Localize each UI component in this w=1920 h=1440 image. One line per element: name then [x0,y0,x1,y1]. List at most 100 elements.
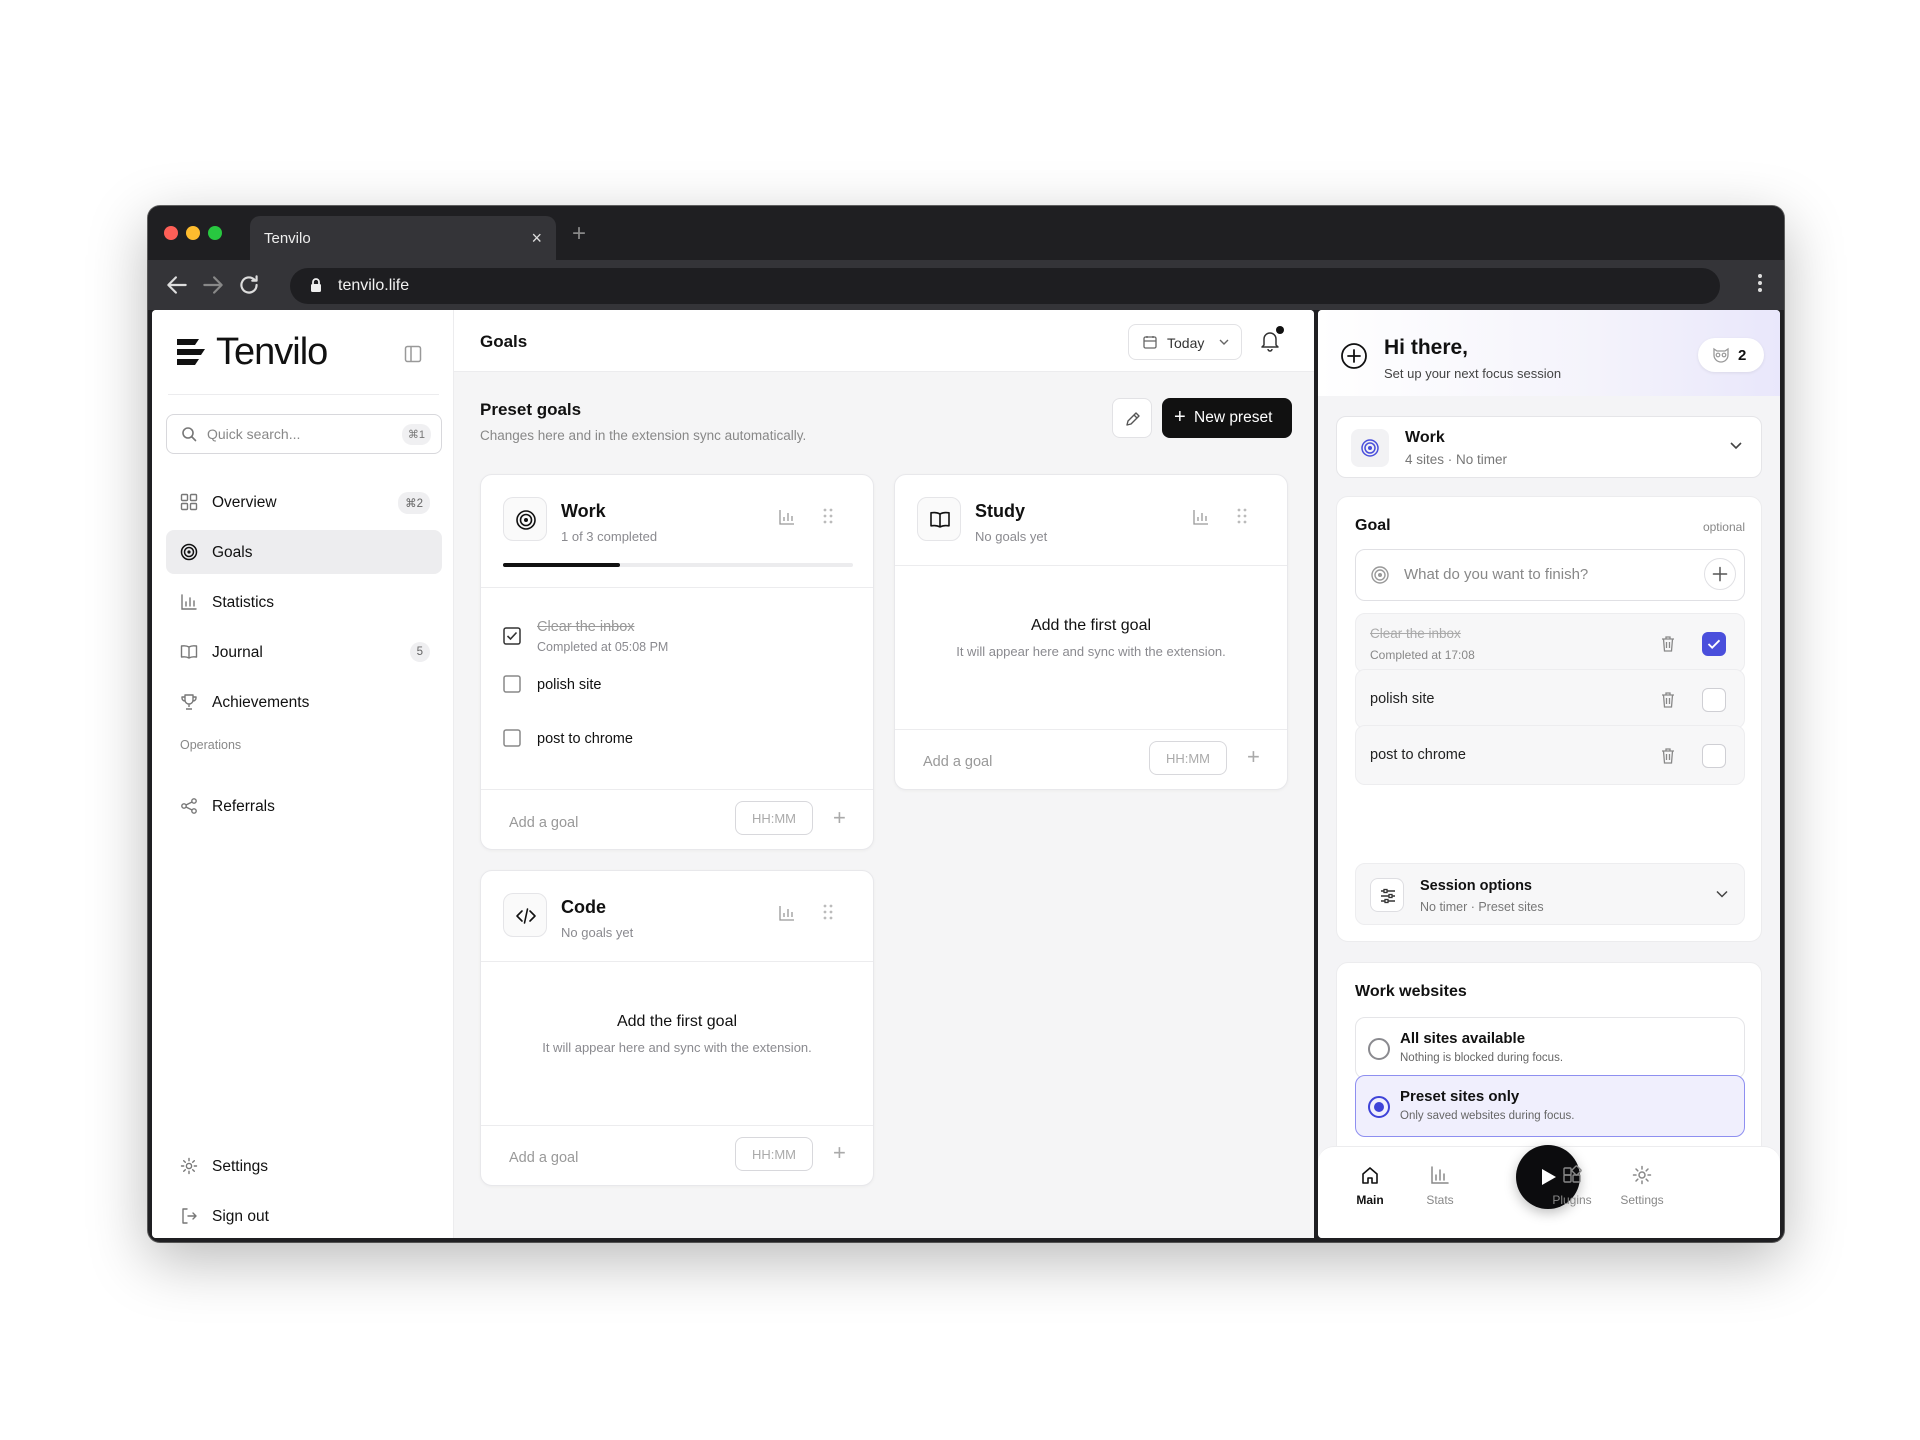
preset-selector-dropdown[interactable]: Work 4 sites · No timer [1336,416,1762,478]
sidebar-item-sign-out[interactable]: Sign out [166,1194,442,1238]
greeting-title: Hi there, [1384,336,1469,359]
drag-handle-icon[interactable] [823,507,833,525]
new-tab-icon[interactable]: + [572,220,586,248]
bottom-nav-settings[interactable]: Settings [1602,1165,1682,1207]
card-divider [481,1125,873,1126]
brand-name: Tenvilo [216,330,328,373]
sidebar-item-journal[interactable]: Journal 5 [166,630,442,674]
target-icon [1371,566,1389,584]
close-window-button[interactable] [164,226,178,240]
radio-button[interactable] [1368,1038,1390,1060]
card-divider [481,587,873,588]
add-goal-input[interactable]: Add a goal [923,754,992,770]
sidebar-item-settings[interactable]: Settings [166,1144,442,1188]
lock-icon [311,278,321,292]
optional-label: optional [1702,520,1745,534]
checkbox-icon[interactable] [1702,744,1726,768]
sidebar-item-label: Overview [212,494,277,511]
sidebar-item-label: Sign out [212,1208,269,1225]
extension-goal-item[interactable]: polish site [1355,669,1745,729]
sidebar-toggle-icon[interactable] [404,345,422,363]
sliders-icon [1370,878,1404,912]
back-icon[interactable] [164,272,190,298]
time-input[interactable]: HH:MM [1149,741,1227,775]
new-preset-button[interactable]: + New preset [1162,398,1292,438]
goal-input[interactable]: What do you want to finish? [1355,549,1745,601]
option-subtitle: Only saved websites during focus. [1400,1110,1575,1122]
forward-icon[interactable] [200,272,226,298]
tenvilo-logo-icon [177,339,205,365]
add-circle-icon[interactable] [1340,342,1368,370]
goal-completed-time: Completed at 05:08 PM [537,640,669,654]
preset-icon [503,893,547,937]
checked-checkbox-icon[interactable] [1702,632,1726,656]
website-option-preset-sites[interactable]: Preset sites only Only saved websites du… [1355,1075,1745,1137]
time-input[interactable]: HH:MM [735,1137,813,1171]
url-text: tenvilo.life [338,277,410,294]
bottom-nav-plugins[interactable]: Plugins [1532,1165,1612,1207]
stats-icon[interactable] [779,905,795,921]
sidebar-item-achievements[interactable]: Achievements [166,680,442,724]
brand-logo[interactable]: Tenvilo [176,330,328,373]
checkbox-icon[interactable] [1702,688,1726,712]
preset-status: 1 of 3 completed [561,529,658,544]
main-content: Goals Today Preset goals Changes here an… [454,310,1314,1238]
pencil-icon [1126,412,1140,426]
website-option-all-sites[interactable]: All sites available Nothing is blocked d… [1355,1017,1745,1079]
checked-checkbox-icon[interactable] [503,627,521,645]
add-goal-input[interactable]: Add a goal [509,815,578,831]
maximize-window-button[interactable] [208,226,222,240]
edit-presets-button[interactable] [1112,398,1152,438]
checkbox-icon[interactable] [503,729,521,747]
bottom-nav-stats[interactable]: Stats [1400,1165,1480,1207]
goal-item[interactable]: polish site [503,665,853,705]
greeting-subtitle: Set up your next focus session [1384,366,1562,381]
preset-icon [917,497,961,541]
sidebar-item-referrals[interactable]: Referrals [166,784,442,828]
browser-tab[interactable]: Tenvilo × [250,216,556,260]
extension-header: Hi there, Set up your next focus session… [1318,310,1780,396]
add-goal-plus-icon[interactable]: + [833,805,846,831]
trash-icon[interactable] [1660,691,1676,709]
session-options-dropdown[interactable]: Session options No timer · Preset sites [1355,863,1745,925]
target-icon [516,510,536,530]
add-goal-plus-icon[interactable]: + [1247,744,1260,770]
drag-handle-icon[interactable] [823,903,833,921]
card-divider [481,961,873,962]
goal-item[interactable]: Clear the inbox Completed at 05:08 PM [503,617,853,657]
drag-handle-icon[interactable] [1237,507,1247,525]
tab-title: Tenvilo [264,230,311,247]
add-goal-button[interactable] [1704,558,1736,590]
add-goal-input[interactable]: Add a goal [509,1150,578,1166]
search-input[interactable]: Quick search... ⌘1 [166,414,442,454]
sidebar-item-goals[interactable]: Goals [166,530,442,574]
browser-menu-icon[interactable] [1758,274,1762,295]
stats-icon[interactable] [1193,509,1209,525]
sidebar-item-overview[interactable]: Overview ⌘2 [166,480,442,524]
trash-icon[interactable] [1660,635,1676,653]
reload-icon[interactable] [236,272,262,298]
close-tab-icon[interactable]: × [531,228,542,249]
sidebar-item-label: Settings [212,1158,269,1175]
minimize-window-button[interactable] [186,226,200,240]
extension-goal-item[interactable]: post to chrome [1355,725,1745,785]
search-shortcut: ⌘1 [401,424,431,445]
extension-goal-item[interactable]: Clear the inbox Completed at 17:08 [1355,613,1745,673]
goal-item[interactable]: post to chrome [503,719,853,759]
preset-status: No goals yet [561,925,634,940]
date-filter-dropdown[interactable]: Today [1128,324,1242,360]
trash-icon[interactable] [1660,747,1676,765]
sidebar-divider [168,394,439,395]
time-input[interactable]: HH:MM [735,801,813,835]
sidebar-item-statistics[interactable]: Statistics [166,580,442,624]
extension-panel: Hi there, Set up your next focus session… [1318,310,1780,1238]
add-goal-plus-icon[interactable]: + [833,1140,846,1166]
radio-button-selected[interactable] [1368,1096,1390,1118]
stats-icon[interactable] [779,509,795,525]
address-bar[interactable]: tenvilo.life [290,268,1720,304]
bottom-nav-label: Main [1356,1193,1384,1207]
plus-icon: + [1174,406,1186,428]
streak-badge[interactable]: 2 [1698,338,1764,372]
checkbox-icon[interactable] [503,675,521,693]
bottom-nav-main[interactable]: Main [1330,1165,1410,1207]
